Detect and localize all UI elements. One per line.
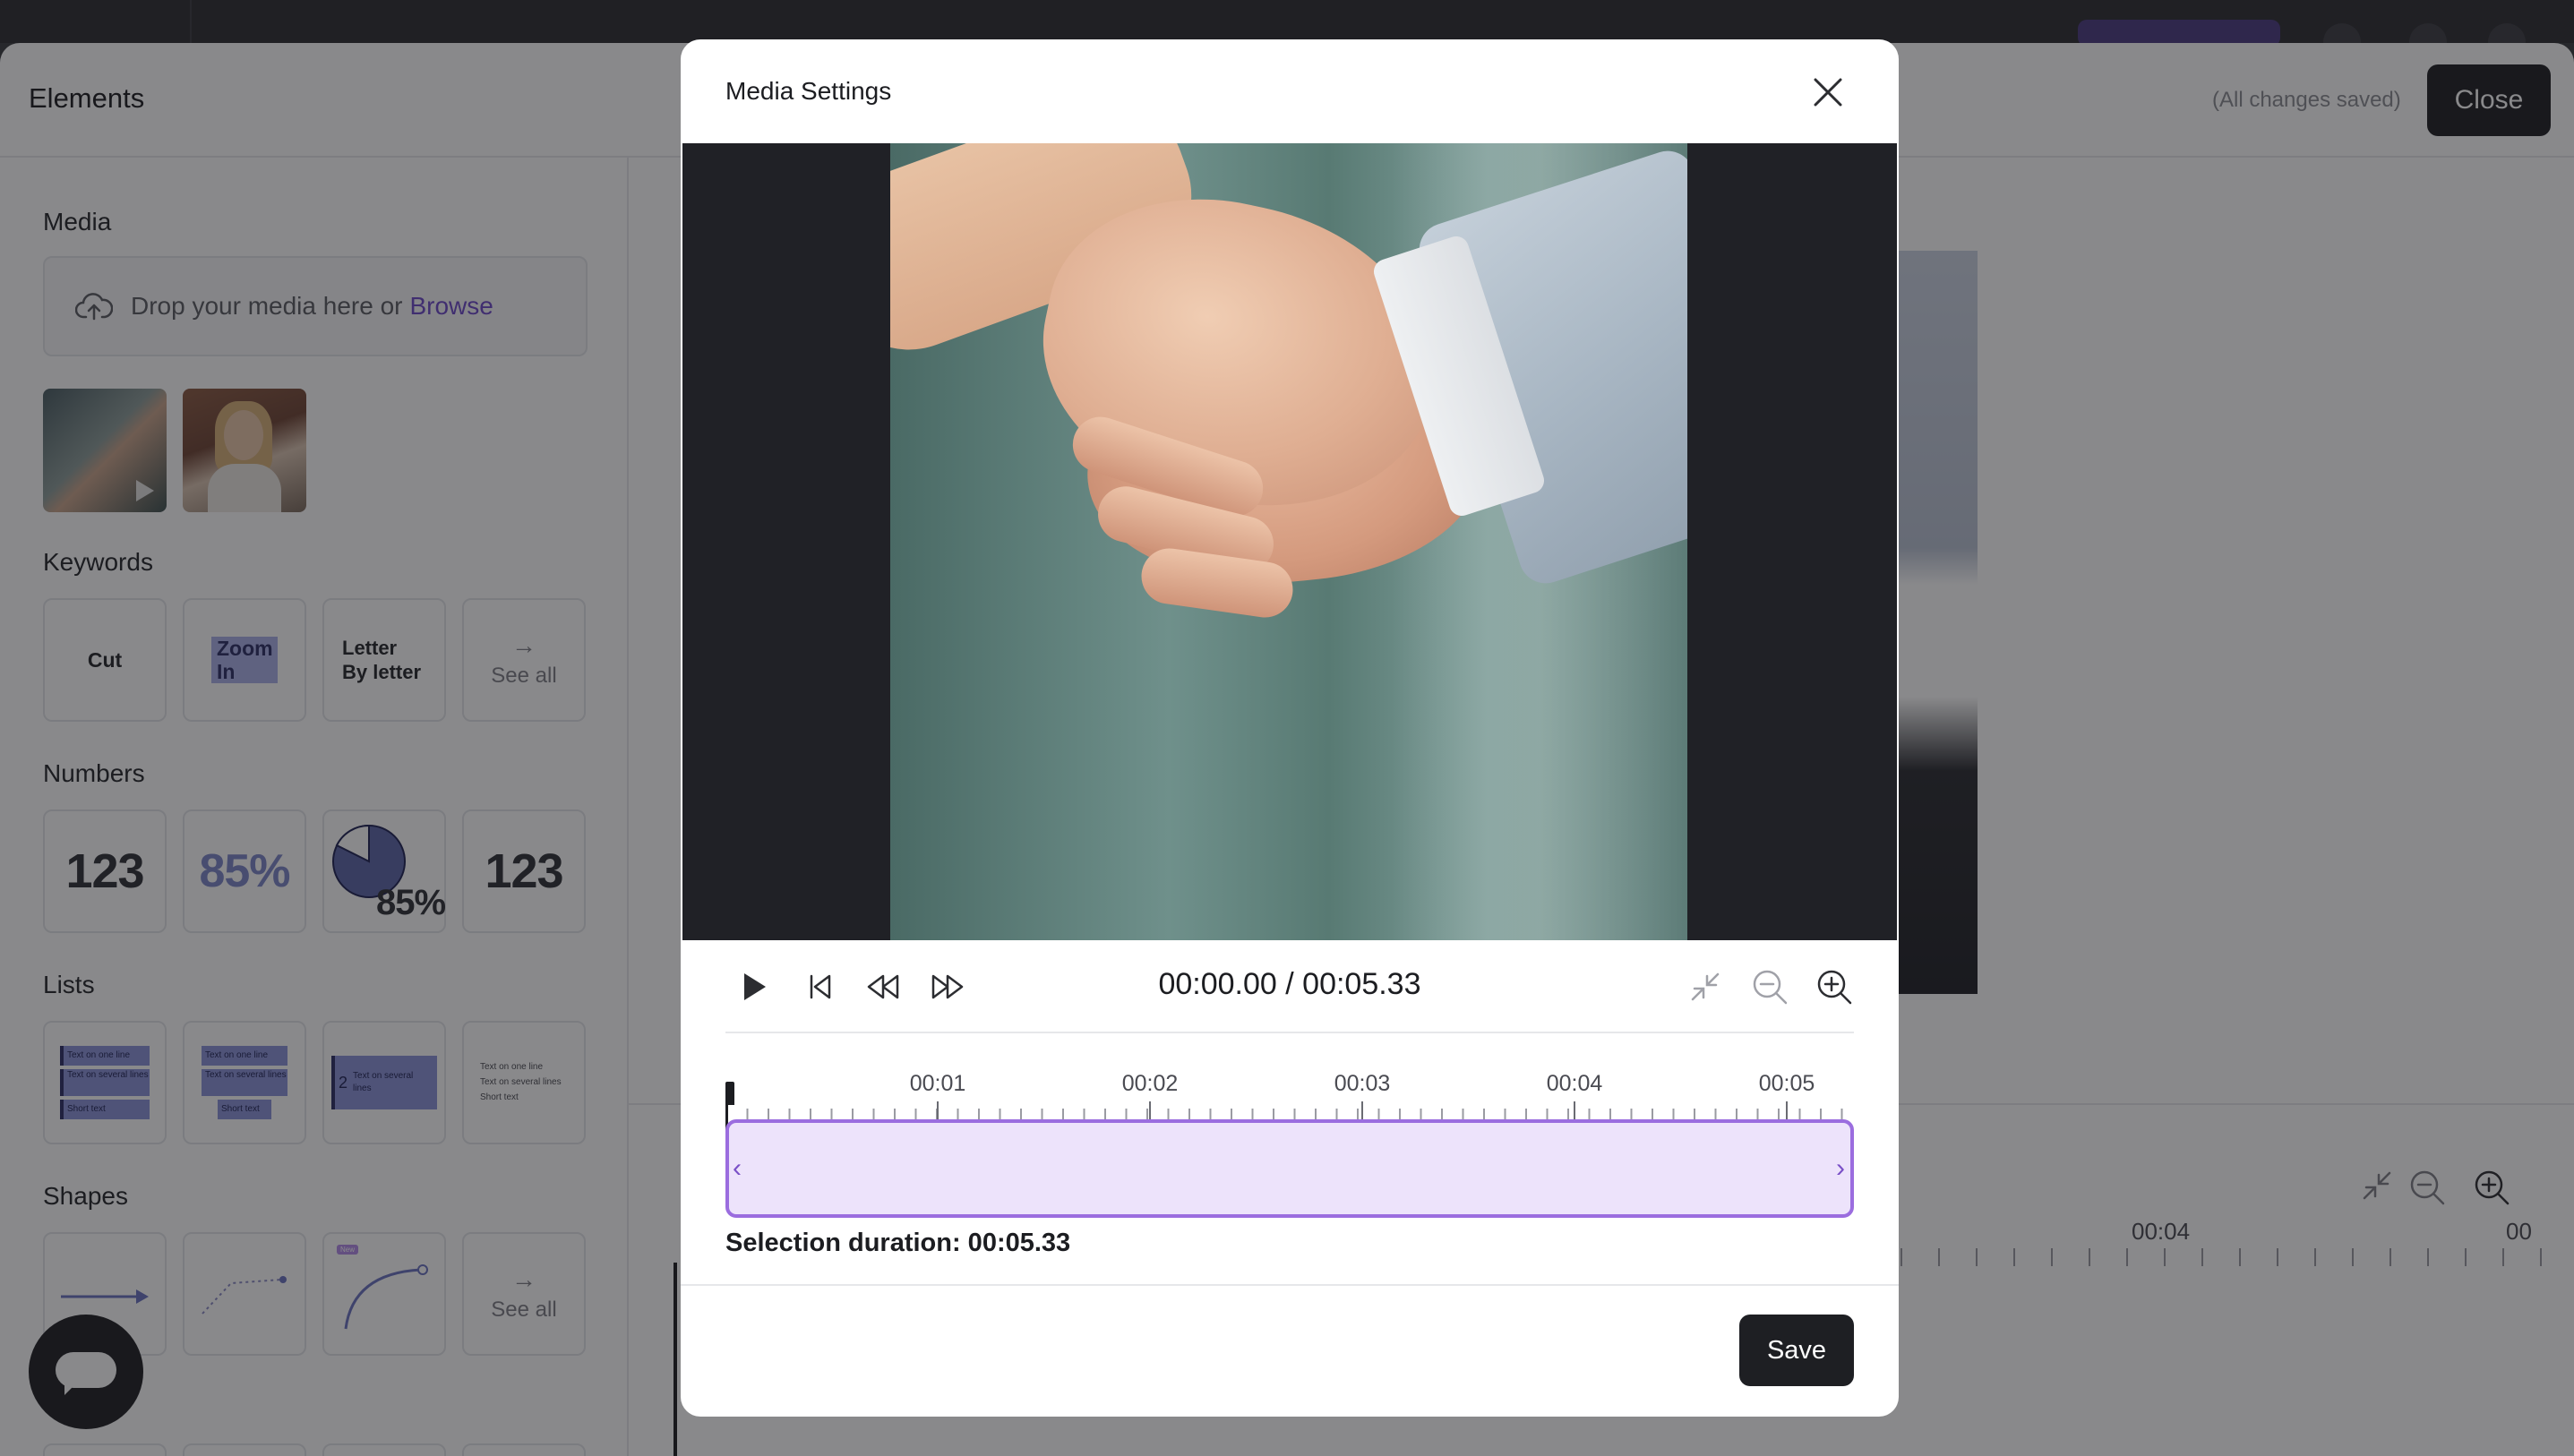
zoom-out-icon[interactable] xyxy=(1750,967,1789,1006)
chevron-left-icon[interactable]: ‹ xyxy=(733,1153,742,1184)
timeline-major-tick xyxy=(1361,1101,1363,1121)
zoom-in-icon[interactable] xyxy=(1815,967,1854,1006)
timeline-major-tick xyxy=(1149,1101,1151,1121)
timeline-tick-label: 00:04 xyxy=(1546,1071,1603,1096)
selection-range[interactable]: ‹ › xyxy=(725,1119,1854,1218)
modal-header: Media Settings xyxy=(681,39,1899,143)
media-settings-modal: Media Settings 00:00.00 / 00:05.33 00:01… xyxy=(681,39,1899,1417)
close-icon[interactable] xyxy=(1802,66,1854,118)
timeline-major-tick xyxy=(1574,1101,1575,1121)
video-frame-handshake xyxy=(890,143,1687,940)
timeline-tick-label: 00:03 xyxy=(1334,1071,1391,1096)
selection-duration: Selection duration: 00:05.33 xyxy=(725,1229,1071,1257)
collapse-icon[interactable] xyxy=(1686,967,1725,1006)
playback-timecode: 00:00.00 / 00:05.33 xyxy=(1158,967,1421,1001)
timeline-tick-label: 00:01 xyxy=(909,1071,966,1096)
playback-controls: 00:00.00 / 00:05.33 xyxy=(725,940,1854,1033)
timeline-tick-label: 00:05 xyxy=(1758,1071,1815,1096)
video-preview[interactable] xyxy=(682,143,1897,940)
modal-title: Media Settings xyxy=(725,77,892,105)
modal-footer-divider xyxy=(681,1284,1899,1286)
timeline-major-tick xyxy=(1786,1101,1788,1121)
timeline-tick-label: 00:02 xyxy=(1121,1071,1179,1096)
timeline-major-tick xyxy=(937,1101,939,1121)
chevron-right-icon[interactable]: › xyxy=(1836,1153,1845,1184)
save-button[interactable]: Save xyxy=(1739,1315,1854,1386)
